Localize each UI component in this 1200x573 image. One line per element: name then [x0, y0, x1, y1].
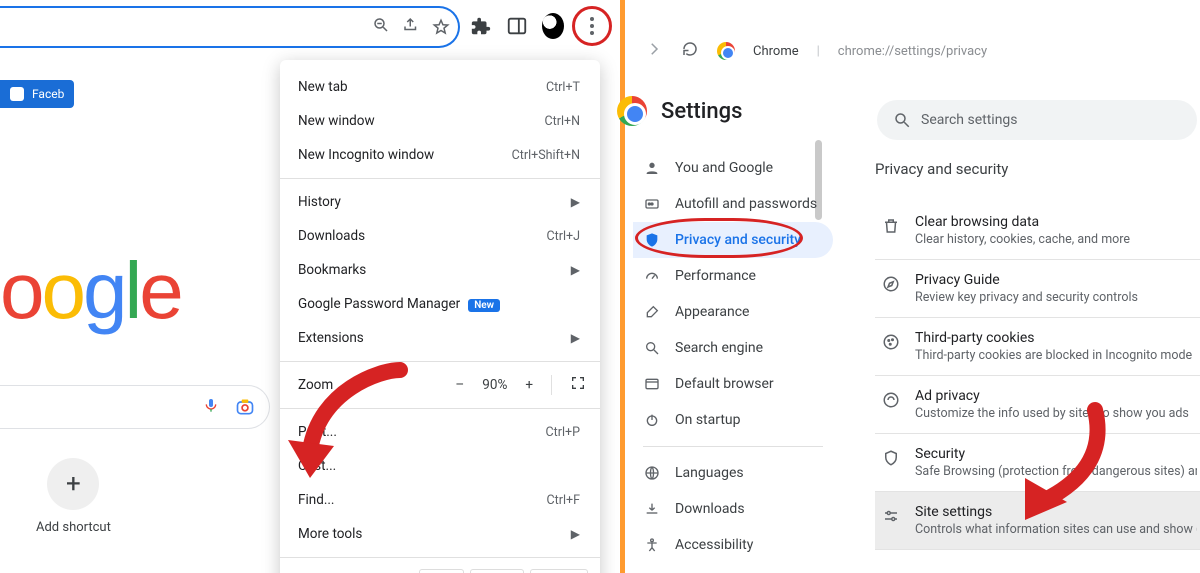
nav-autofill[interactable]: Autofill and passwords	[633, 186, 833, 222]
ad-icon	[881, 390, 901, 410]
search-icon	[643, 340, 661, 356]
search-icon	[893, 111, 911, 129]
menu-zoom: Zoom – 90% +	[280, 368, 600, 402]
extensions-icon[interactable]	[470, 15, 492, 37]
card-ad-privacy[interactable]: Ad privacyCustomize the info used by sit…	[875, 376, 1200, 434]
add-shortcut-label: Add shortcut	[36, 520, 111, 535]
search-settings-placeholder: Search settings	[921, 112, 1018, 128]
cookie-icon	[881, 332, 901, 352]
nav-privacy-security[interactable]: Privacy and security	[633, 222, 833, 258]
menu-edit: Edit Cut Copy Paste	[280, 564, 600, 573]
nav-languages[interactable]: Languages	[633, 455, 833, 491]
menu-find[interactable]: Find...Ctrl+F	[280, 483, 600, 517]
bookmark-label: Faceb	[32, 87, 64, 101]
chrome-menu: New tabCtrl+T New windowCtrl+N New Incog…	[280, 60, 600, 573]
nav-appearance[interactable]: Appearance	[633, 294, 833, 330]
menu-new-window[interactable]: New windowCtrl+N	[280, 104, 600, 138]
fullscreen-icon[interactable]	[570, 375, 586, 395]
chrome-settings-pane: Chrome | chrome://settings/privacy Setti…	[625, 0, 1200, 573]
settings-nav: You and Google Autofill and passwords Pr…	[633, 150, 833, 563]
share-icon[interactable]	[402, 16, 420, 38]
globe-icon	[643, 465, 661, 481]
settings-title: Settings	[661, 99, 742, 124]
bookmark-facebook[interactable]: Faceb	[0, 80, 74, 108]
person-icon	[643, 160, 661, 176]
google-logo: oogle	[0, 245, 181, 337]
menu-downloads[interactable]: DownloadsCtrl+J	[280, 219, 600, 253]
card-privacy-guide[interactable]: Privacy GuideReview key privacy and secu…	[875, 260, 1200, 318]
card-clear-browsing-data[interactable]: Clear browsing dataClear history, cookie…	[875, 202, 1200, 260]
menu-more-tools[interactable]: More tools▶	[280, 517, 600, 551]
image-search-icon[interactable]	[235, 397, 255, 417]
url-path[interactable]: chrome://settings/privacy	[838, 44, 987, 59]
menu-button[interactable]	[578, 12, 606, 40]
nav-downloads[interactable]: Downloads	[633, 491, 833, 527]
nav-you-and-google[interactable]: You and Google	[633, 150, 833, 186]
shield-icon	[881, 448, 901, 468]
plus-icon[interactable]: +	[47, 458, 99, 510]
card-third-party-cookies[interactable]: Third-party cookiesThird-party cookies a…	[875, 318, 1200, 376]
sidepanel-icon[interactable]	[506, 15, 528, 37]
zoom-out-icon[interactable]	[372, 16, 390, 38]
sliders-icon	[881, 506, 901, 526]
nav-on-startup[interactable]: On startup	[633, 402, 833, 438]
menu-history[interactable]: History▶	[280, 185, 600, 219]
voice-search-icon[interactable]	[203, 397, 219, 417]
menu-new-tab[interactable]: New tabCtrl+T	[280, 70, 600, 104]
toolbar: Chrome | chrome://settings/privacy	[645, 40, 987, 62]
menu-incognito[interactable]: New Incognito windowCtrl+Shift+N	[280, 138, 600, 172]
cut-button[interactable]: Cut	[419, 569, 464, 573]
compass-icon	[881, 274, 901, 294]
ntp-searchbox[interactable]	[0, 385, 270, 429]
add-shortcut[interactable]: + Add shortcut	[36, 458, 111, 535]
settings-header: Settings	[635, 96, 742, 126]
menu-print[interactable]: Print...Ctrl+P	[280, 415, 600, 449]
forward-icon[interactable]	[645, 40, 663, 62]
brush-icon	[643, 304, 661, 320]
bookmark-favicon	[10, 87, 24, 101]
paste-button[interactable]: Paste	[530, 569, 588, 573]
nav-accessibility[interactable]: Accessibility	[633, 527, 833, 563]
settings-content: Privacy and security Clear browsing data…	[875, 160, 1200, 550]
shield-icon	[643, 232, 661, 248]
section-title: Privacy and security	[875, 160, 1200, 178]
nav-default-browser[interactable]: Default browser	[633, 366, 833, 402]
zoom-value: 90%	[482, 377, 507, 393]
menu-bookmarks[interactable]: Bookmarks▶	[280, 253, 600, 287]
power-icon	[643, 412, 661, 428]
menu-extensions[interactable]: Extensions▶	[280, 321, 600, 355]
url-scheme: Chrome	[753, 44, 799, 59]
menu-gpm[interactable]: Google Password ManagerNew	[280, 287, 600, 321]
chrome-icon	[717, 42, 735, 60]
zoom-in-button[interactable]: +	[525, 377, 533, 393]
card-security[interactable]: SecuritySafe Browsing (protection from d…	[875, 434, 1200, 492]
nav-performance[interactable]: Performance	[633, 258, 833, 294]
autofill-icon	[643, 196, 661, 212]
bookmark-star-icon[interactable]	[432, 18, 450, 36]
menu-cast[interactable]: Cast...	[280, 449, 600, 483]
zoom-out-button[interactable]: –	[455, 377, 464, 393]
download-icon	[643, 501, 661, 517]
browser-icon	[643, 376, 661, 392]
bookmarks-bar: Faceb	[0, 78, 290, 110]
nav-search-engine[interactable]: Search engine	[633, 330, 833, 366]
reload-icon[interactable]	[681, 40, 699, 62]
chrome-logo-icon	[617, 96, 647, 126]
card-site-settings[interactable]: Site settingsControls what information s…	[875, 492, 1200, 550]
profile-icon[interactable]	[542, 15, 564, 37]
search-settings[interactable]: Search settings	[877, 100, 1197, 140]
copy-button[interactable]: Copy	[470, 569, 524, 573]
gauge-icon	[643, 268, 661, 284]
trash-icon	[881, 216, 901, 236]
accessibility-icon	[643, 537, 661, 553]
omnibox[interactable]	[0, 6, 460, 48]
chrome-newtab-pane: Faceb L oogle + Add shortcut New tabCtrl…	[0, 0, 620, 573]
